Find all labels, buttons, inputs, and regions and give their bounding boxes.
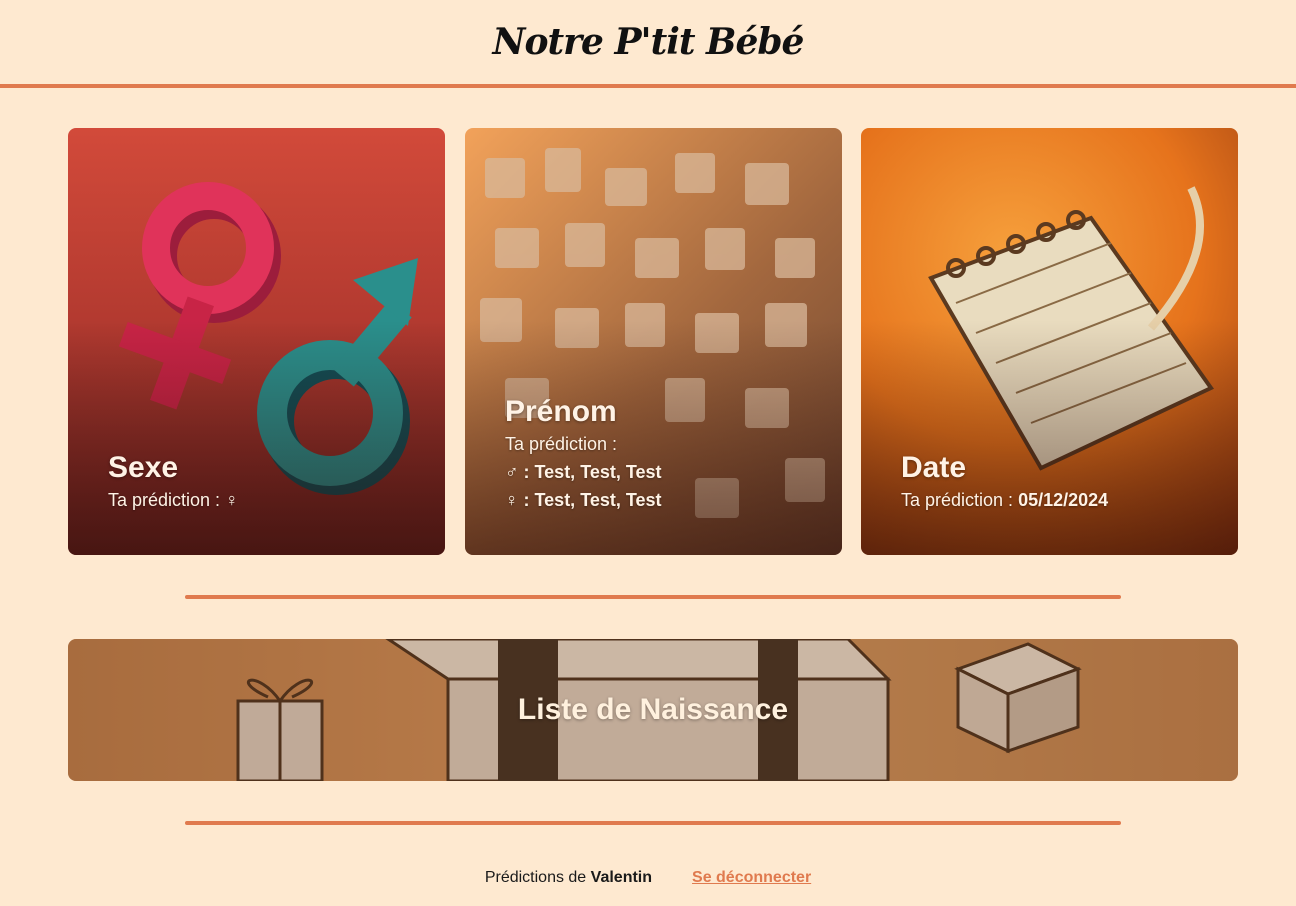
card-sexe-prediction: Ta prédiction : ♀ (108, 486, 425, 514)
male-symbol: ♂ (505, 462, 519, 482)
girl-names-value: : Test, Test, Test (523, 490, 662, 510)
card-prenom-boy-names: ♂ : Test, Test, Test (505, 458, 822, 486)
card-prenom-prediction-label: Ta prédiction : (505, 434, 618, 454)
birth-list-banner[interactable]: Liste de Naissance (68, 639, 1238, 781)
boy-names-value: : Test, Test, Test (523, 462, 662, 482)
logout-link[interactable]: Se déconnecter (692, 869, 811, 887)
predictions-owner: Prédictions de Valentin (485, 869, 652, 887)
birth-list-title: Liste de Naissance (517, 693, 789, 726)
site-title: Notre P'tit Bébé (492, 21, 805, 63)
card-prenom-body: Prénom Ta prédiction : ♂ : Test, Test, T… (505, 394, 822, 514)
female-symbol: ♀ (505, 490, 519, 510)
prediction-value: 05/12/2024 (1018, 490, 1109, 510)
card-date[interactable]: Date Ta prédiction : 05/12/2024 (861, 128, 1238, 555)
card-date-title: Date (901, 451, 967, 484)
predictions-label: Prédictions de (484, 869, 587, 886)
section-divider (185, 595, 1121, 599)
card-prenom-title: Prénom (505, 395, 617, 428)
card-date-body: Date Ta prédiction : 05/12/2024 (901, 450, 1218, 514)
card-sexe[interactable]: Sexe Ta prédiction : ♀ (68, 128, 445, 555)
site-header: Notre P'tit Bébé (0, 0, 1296, 88)
prediction-label: Ta prédiction : (901, 490, 1014, 510)
card-prenom-girl-names: ♀ : Test, Test, Test (505, 486, 822, 514)
footer: Prédictions de Valentin Se déconnecter (0, 866, 1296, 890)
card-prenom[interactable]: Prénom Ta prédiction : ♂ : Test, Test, T… (465, 128, 842, 555)
prediction-label: Ta prédiction : (108, 490, 221, 510)
prediction-value: ♀ (225, 490, 239, 510)
card-date-prediction: Ta prédiction : 05/12/2024 (901, 486, 1218, 514)
card-sexe-body: Sexe Ta prédiction : ♀ (108, 450, 425, 514)
section-divider (185, 821, 1121, 825)
card-sexe-title: Sexe (108, 451, 179, 484)
user-name: Valentin (590, 869, 653, 886)
